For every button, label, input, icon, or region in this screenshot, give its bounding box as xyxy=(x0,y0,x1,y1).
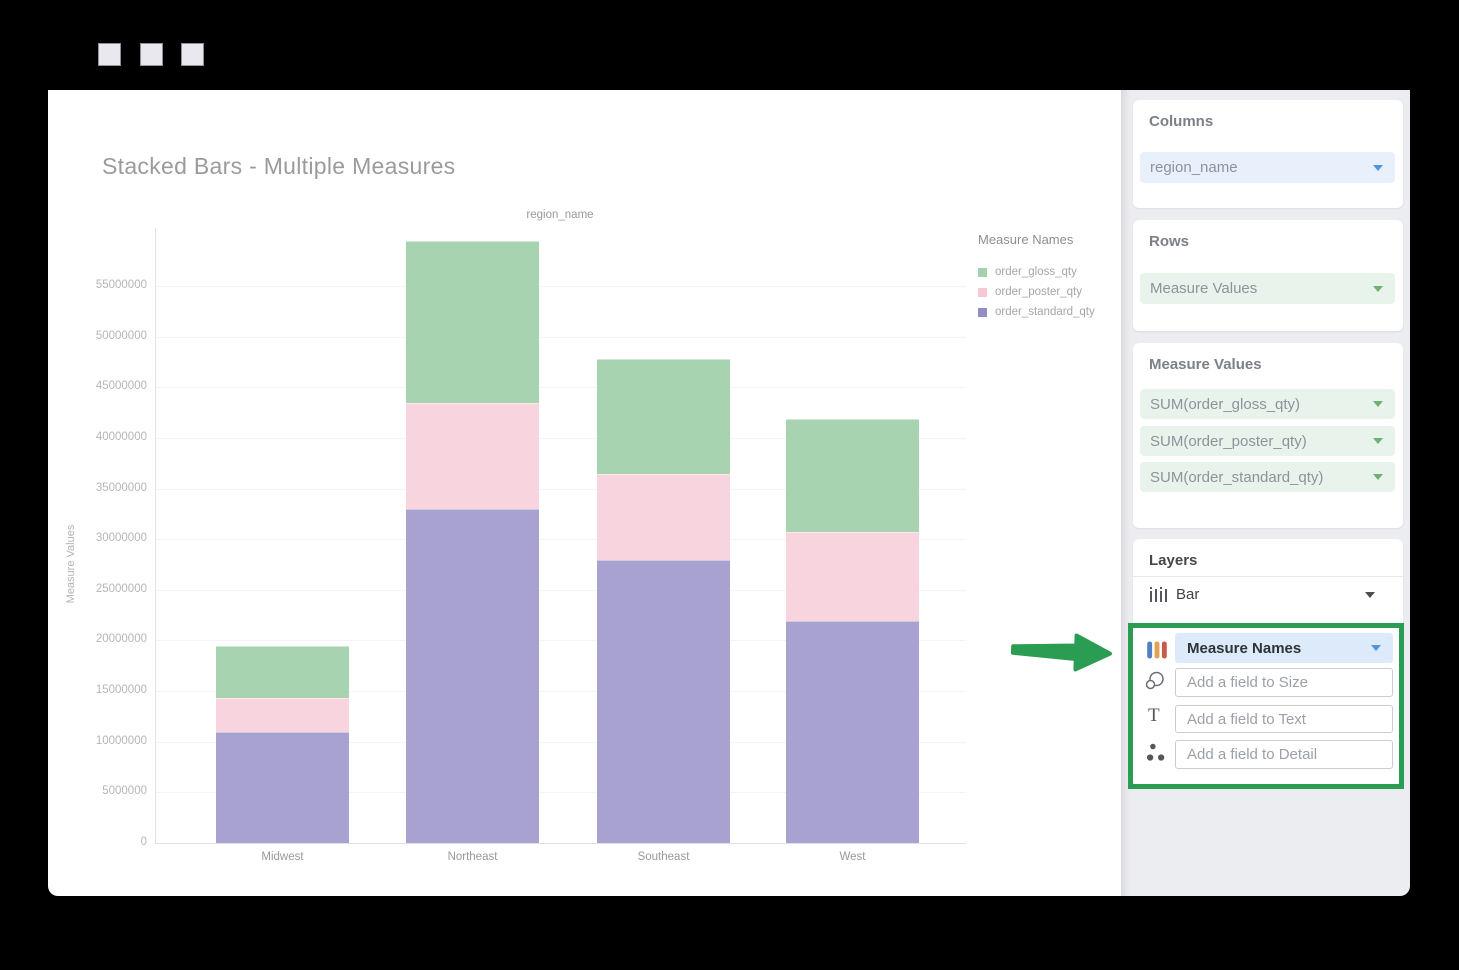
legend-label: order_poster_qty xyxy=(995,286,1082,298)
bar-segment-order_gloss_qty-midwest[interactable] xyxy=(216,646,349,698)
chart-legend: Measure Names order_gloss_qty order_poste… xyxy=(978,232,1118,322)
layers-heading: Layers xyxy=(1149,552,1197,569)
gridline xyxy=(156,286,966,287)
detail-field-input[interactable] xyxy=(1175,740,1393,769)
field-sidebar: Columns region_name Rows Measure Values … xyxy=(1121,90,1410,896)
bar-segment-order_poster_qty-northeast[interactable] xyxy=(406,403,539,509)
layer-type-label[interactable]: Bar xyxy=(1176,586,1199,603)
legend-item[interactable]: order_poster_qty xyxy=(978,282,1118,302)
bar-segment-order_gloss_qty-northeast[interactable] xyxy=(406,241,539,403)
x-tick-label: West xyxy=(786,851,919,863)
column-header-label: region_name xyxy=(155,209,965,221)
window-control-3[interactable] xyxy=(181,43,204,66)
y-tick-label: 55000000 xyxy=(48,279,147,291)
gridline xyxy=(156,337,966,338)
bar-chart-icon xyxy=(1149,586,1167,606)
color-field-label: Measure Names xyxy=(1175,640,1371,657)
columns-heading: Columns xyxy=(1149,113,1213,130)
legend-label: order_gloss_qty xyxy=(995,266,1077,278)
measure-values-card: Measure Values SUM(order_gloss_qty) SUM(… xyxy=(1133,343,1403,528)
bar-segment-order_standard_qty-midwest[interactable] xyxy=(216,732,349,843)
bar-segment-order_poster_qty-west[interactable] xyxy=(786,532,919,621)
gridline xyxy=(156,387,966,388)
bar-segment-order_standard_qty-northeast[interactable] xyxy=(406,509,539,843)
bar-segment-order_gloss_qty-west[interactable] xyxy=(786,419,919,532)
text-marks-icon: T xyxy=(1148,705,1170,727)
legend-item[interactable]: order_standard_qty xyxy=(978,302,1118,322)
y-tick-label: 20000000 xyxy=(48,633,147,645)
y-tick-label: 35000000 xyxy=(48,482,147,494)
chevron-down-icon[interactable] xyxy=(1373,401,1383,407)
measure-value-label: SUM(order_standard_qty) xyxy=(1140,469,1373,486)
window-control-2[interactable] xyxy=(140,43,163,66)
y-axis-label: Measure Values xyxy=(65,514,77,614)
bar-segment-order_poster_qty-midwest[interactable] xyxy=(216,698,349,732)
columns-field-pill[interactable]: region_name xyxy=(1140,152,1395,183)
annotation-arrow-icon xyxy=(1009,629,1114,675)
chevron-down-icon[interactable] xyxy=(1373,474,1383,480)
legend-item[interactable]: order_gloss_qty xyxy=(978,262,1118,282)
color-marks-icon xyxy=(1146,639,1168,661)
chart-panel: Stacked Bars - Multiple Measures region_… xyxy=(48,90,1121,896)
chevron-down-icon[interactable] xyxy=(1373,165,1383,171)
y-tick-label: 5000000 xyxy=(48,785,147,797)
size-field-input[interactable] xyxy=(1175,668,1393,697)
measure-value-pill[interactable]: SUM(order_poster_qty) xyxy=(1140,426,1395,456)
x-tick-label: Midwest xyxy=(216,851,349,863)
rows-card: Rows Measure Values xyxy=(1133,220,1403,331)
bar-segment-order_poster_qty-southeast[interactable] xyxy=(597,474,730,560)
rows-field-pill[interactable]: Measure Values xyxy=(1140,273,1395,304)
y-tick-label: 30000000 xyxy=(48,532,147,544)
x-tick-label: Northeast xyxy=(406,851,539,863)
y-tick-label: 50000000 xyxy=(48,330,147,342)
columns-card: Columns region_name xyxy=(1133,100,1403,208)
chevron-down-icon[interactable] xyxy=(1373,286,1383,292)
legend-swatch-icon xyxy=(978,288,987,297)
window-control-1[interactable] xyxy=(98,43,121,66)
bar-segment-order_gloss_qty-southeast[interactable] xyxy=(597,359,730,474)
y-tick-label: 40000000 xyxy=(48,431,147,443)
legend-label: order_standard_qty xyxy=(995,306,1095,318)
measure-value-label: SUM(order_poster_qty) xyxy=(1140,433,1373,450)
y-axis-line xyxy=(155,228,156,843)
chevron-down-icon[interactable] xyxy=(1365,592,1375,598)
color-field-pill[interactable]: Measure Names xyxy=(1175,633,1393,663)
legend-swatch-icon xyxy=(978,268,987,277)
measure-value-pill[interactable]: SUM(order_gloss_qty) xyxy=(1140,389,1395,419)
x-tick-label: Southeast xyxy=(597,851,730,863)
chevron-down-icon[interactable] xyxy=(1373,438,1383,444)
measure-values-heading: Measure Values xyxy=(1149,356,1262,373)
y-tick-label: 15000000 xyxy=(48,684,147,696)
chevron-down-icon[interactable] xyxy=(1371,645,1381,651)
divider xyxy=(1133,576,1403,577)
y-tick-label: 25000000 xyxy=(48,583,147,595)
columns-field-label: region_name xyxy=(1140,159,1373,176)
y-tick-label: 0 xyxy=(48,836,147,848)
x-axis-line xyxy=(155,843,966,844)
bar-segment-order_standard_qty-west[interactable] xyxy=(786,621,919,843)
detail-marks-icon xyxy=(1146,741,1168,763)
y-tick-label: 10000000 xyxy=(48,735,147,747)
bar-segment-order_standard_qty-southeast[interactable] xyxy=(597,560,730,843)
size-marks-icon xyxy=(1144,670,1166,692)
legend-swatch-icon xyxy=(978,308,987,317)
measure-value-label: SUM(order_gloss_qty) xyxy=(1140,396,1373,413)
rows-heading: Rows xyxy=(1149,233,1189,250)
chart-title: Stacked Bars - Multiple Measures xyxy=(102,153,455,180)
rows-field-label: Measure Values xyxy=(1140,280,1373,297)
y-tick-label: 45000000 xyxy=(48,380,147,392)
measure-value-pill[interactable]: SUM(order_standard_qty) xyxy=(1140,462,1395,492)
legend-title: Measure Names xyxy=(978,232,1118,247)
text-field-input[interactable] xyxy=(1175,705,1393,733)
